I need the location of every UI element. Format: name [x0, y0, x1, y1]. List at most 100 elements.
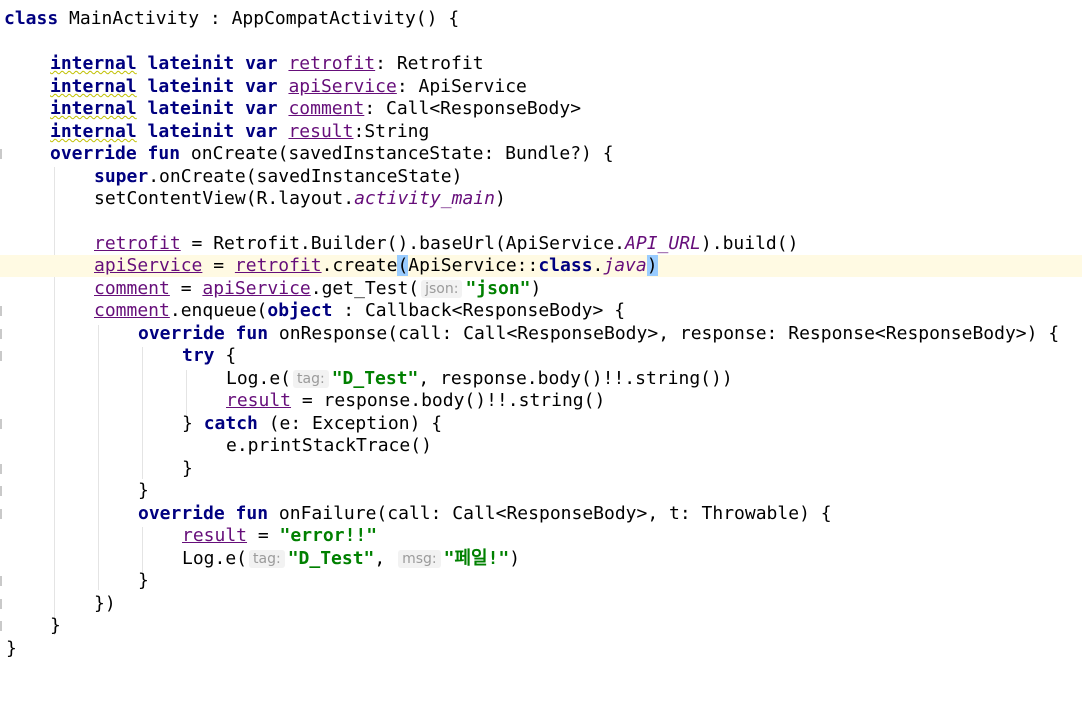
- property-comment[interactable]: comment: [94, 300, 170, 321]
- fold-marker[interactable]: [0, 486, 2, 496]
- keyword: var: [245, 53, 278, 74]
- keyword: internal: [50, 121, 137, 142]
- keyword: var: [245, 98, 278, 119]
- code-line: } catch (e: Exception) {: [0, 413, 1082, 435]
- keyword: var: [245, 121, 278, 142]
- keyword: lateinit: [147, 76, 235, 97]
- keyword: override: [138, 503, 225, 524]
- code-line: e.printStackTrace(): [0, 435, 1082, 457]
- closing-brace: }: [50, 615, 61, 636]
- keyword: internal: [50, 53, 137, 74]
- function-signature: onFailure(call: Call<ResponseBody>, t: T…: [268, 503, 832, 524]
- code-line: internal lateinit var apiService: ApiSer…: [0, 76, 1082, 98]
- keyword: fun: [147, 143, 181, 164]
- keyword: override: [50, 143, 137, 164]
- fold-marker[interactable]: [0, 329, 2, 339]
- fold-marker[interactable]: [0, 599, 2, 609]
- property-result[interactable]: result: [226, 390, 291, 411]
- keyword: lateinit: [147, 98, 235, 119]
- code-text: = Retrofit.Builder().baseUrl(ApiService.: [180, 233, 626, 254]
- property-comment[interactable]: comment: [94, 278, 170, 299]
- property-apiservice[interactable]: apiService: [288, 76, 396, 97]
- code-line: setContentView(R.layout.activity_main): [0, 188, 1082, 210]
- string-literal: "페일!": [443, 548, 510, 569]
- property-retrofit[interactable]: retrofit: [288, 53, 375, 74]
- property-apiservice[interactable]: apiService: [94, 255, 202, 276]
- code-line: super.onCreate(savedInstanceState): [0, 166, 1082, 188]
- code-line: comment = apiService.get_Test(json: "json…: [0, 278, 1082, 300]
- property-retrofit[interactable]: retrofit: [235, 255, 322, 276]
- parameter-hint: msg:: [398, 550, 441, 568]
- code-text: =: [202, 255, 235, 276]
- code-text: ApiService::: [408, 255, 539, 276]
- closing-brace: }: [138, 570, 149, 591]
- code-line: internal lateinit var result:String: [0, 121, 1082, 143]
- code-line: Log.e(tag: "D_Test", response.body()!!.st…: [0, 368, 1082, 390]
- string-literal: "D_Test": [331, 368, 419, 389]
- code-line: }: [0, 458, 1082, 480]
- code-line: override fun onCreate(savedInstanceState…: [0, 143, 1082, 165]
- fold-marker[interactable]: [0, 621, 2, 631]
- code-text: ).build(): [700, 233, 799, 254]
- string-literal: "D_Test": [287, 548, 375, 569]
- fold-marker[interactable]: [0, 351, 2, 361]
- fold-marker[interactable]: [0, 509, 2, 519]
- property-comment[interactable]: comment: [288, 98, 364, 119]
- code-text: }: [182, 413, 204, 434]
- keyword: object: [267, 300, 333, 321]
- code-text: setContentView(R.layout.: [94, 188, 355, 209]
- closing-brace: }: [138, 480, 149, 501]
- property-result[interactable]: result: [288, 121, 353, 142]
- fold-marker[interactable]: [0, 576, 2, 586]
- matched-brace: (: [397, 255, 409, 276]
- class-decl-rest: MainActivity : AppCompatActivity() {: [58, 8, 460, 29]
- code-line: comment.enqueue(object : Callback<Respon…: [0, 300, 1082, 322]
- code-line: override fun onFailure(call: Call<Respon…: [0, 503, 1082, 525]
- code-line: retrofit = Retrofit.Builder().baseUrl(Ap…: [0, 233, 1082, 255]
- fold-marker[interactable]: [0, 149, 2, 159]
- keyword: var: [245, 76, 278, 97]
- property-result[interactable]: result: [182, 525, 247, 546]
- fold-marker[interactable]: [0, 306, 2, 316]
- type-annotation: : Retrofit: [375, 53, 484, 74]
- code-text: Log.e(: [226, 368, 292, 389]
- code-line: override fun onResponse(call: Call<Respo…: [0, 323, 1082, 345]
- keyword: fun: [235, 323, 269, 344]
- keyword: lateinit: [147, 53, 235, 74]
- keyword: try: [182, 345, 215, 366]
- code-text: e.printStackTrace(): [226, 435, 432, 456]
- fold-marker[interactable]: [0, 419, 2, 429]
- keyword: internal: [50, 76, 137, 97]
- code-text: = response.body()!!.string(): [291, 390, 606, 411]
- keyword: class: [538, 255, 593, 276]
- keyword: fun: [235, 503, 269, 524]
- code-text: ,: [374, 548, 397, 569]
- type-annotation: : ApiService: [396, 76, 527, 97]
- code-text: =: [247, 525, 280, 546]
- code-text: .enqueue(: [169, 300, 268, 321]
- code-text: .onCreate(savedInstanceState): [148, 166, 463, 187]
- constant-reference: API_URL: [625, 233, 701, 254]
- property-retrofit[interactable]: retrofit: [94, 233, 181, 254]
- code-line: }): [0, 593, 1082, 615]
- code-line: }: [0, 615, 1082, 637]
- keyword: override: [138, 323, 225, 344]
- code-text: ): [530, 278, 542, 299]
- keyword: internal: [50, 98, 137, 119]
- closing-brace: }): [94, 593, 116, 614]
- fold-marker[interactable]: [0, 464, 2, 474]
- code-line: try {: [0, 345, 1082, 367]
- code-text: , response.body()!!.string()): [418, 368, 733, 389]
- keyword: super: [94, 166, 149, 187]
- code-line: result = "error!!": [0, 525, 1082, 547]
- code-editor[interactable]: class MainActivity : AppCompatActivity()…: [0, 0, 1082, 684]
- closing-brace: }: [182, 458, 193, 479]
- property-apiservice[interactable]: apiService: [202, 278, 310, 299]
- string-literal: "error!!": [279, 525, 378, 546]
- code-text: {: [214, 345, 237, 366]
- type-annotation: : Call<ResponseBody>: [364, 98, 582, 119]
- code-text: .create: [321, 255, 398, 276]
- code-text: .: [592, 255, 604, 276]
- code-line: }: [0, 480, 1082, 502]
- closing-brace: }: [6, 638, 17, 659]
